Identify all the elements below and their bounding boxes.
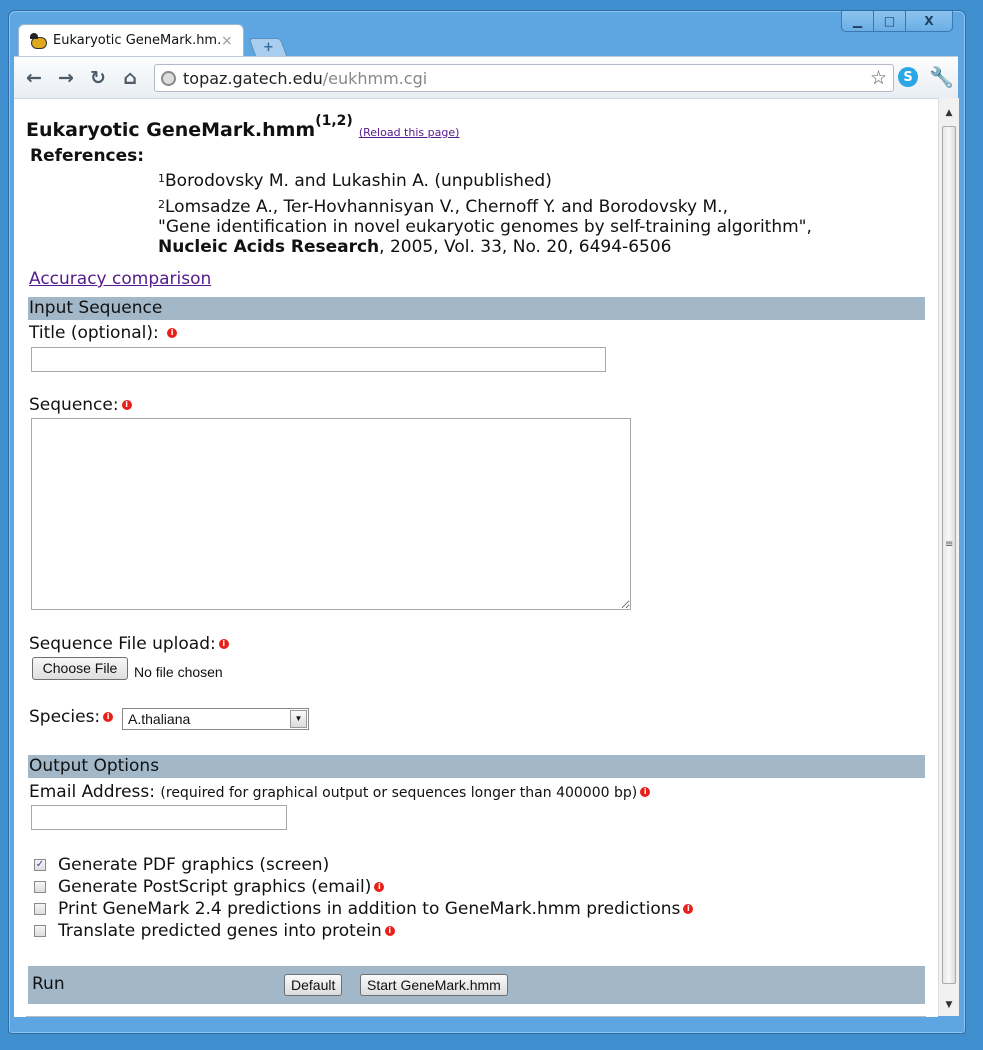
option-pdf-graphics[interactable]: ✓ Generate PDF graphics (screen) bbox=[34, 855, 329, 875]
browser-tab[interactable]: Eukaryotic GeneMark.hm... × bbox=[18, 24, 244, 56]
bookmark-star-icon[interactable]: ☆ bbox=[870, 67, 887, 89]
species-label: Species: i bbox=[29, 707, 114, 727]
browser-toolbar: ← → ↻ ⌂ topaz.gatech.edu/eukhmm.cgi ☆ S … bbox=[14, 56, 958, 99]
skype-extension-icon[interactable]: S bbox=[898, 67, 918, 87]
checkbox[interactable] bbox=[34, 903, 46, 915]
start-genemark-button[interactable]: Start GeneMark.hmm bbox=[360, 974, 508, 996]
sequence-label: Sequence: i bbox=[29, 395, 132, 415]
title-label: Title (optional): i bbox=[29, 323, 178, 343]
wrench-menu-icon[interactable]: 🔧 bbox=[929, 65, 954, 89]
tab-close-icon[interactable]: × bbox=[221, 33, 243, 49]
maximize-button[interactable]: □ bbox=[873, 11, 905, 31]
close-window-button[interactable]: X bbox=[905, 11, 952, 31]
divider bbox=[26, 1016, 926, 1017]
new-tab-button[interactable]: + bbox=[248, 38, 288, 57]
input-sequence-header: Input Sequence bbox=[28, 297, 925, 320]
info-icon[interactable]: i bbox=[103, 712, 114, 722]
page-title: Eukaryotic GeneMark.hmm(1,2)(Reload this… bbox=[26, 113, 460, 141]
minimize-button[interactable]: ▁ bbox=[842, 11, 873, 31]
email-label: Email Address: (required for graphical o… bbox=[29, 782, 651, 802]
checkbox[interactable] bbox=[34, 925, 46, 937]
bee-favicon-icon bbox=[29, 32, 47, 49]
option-translate-protein[interactable]: Translate predicted genes into protein i bbox=[34, 921, 395, 941]
info-icon[interactable]: i bbox=[218, 639, 229, 649]
sequence-textarea[interactable] bbox=[31, 418, 631, 610]
option-genemark-24[interactable]: Print GeneMark 2.4 predictions in additi… bbox=[34, 899, 694, 919]
references-label: References: bbox=[30, 146, 145, 166]
home-button[interactable]: ⌂ bbox=[114, 67, 146, 89]
scrollbar-thumb[interactable]: ≡ bbox=[942, 126, 956, 984]
output-options-header: Output Options bbox=[28, 755, 925, 778]
option-postscript-graphics[interactable]: Generate PostScript graphics (email) i bbox=[34, 877, 385, 897]
globe-icon bbox=[161, 70, 176, 86]
plus-icon: + bbox=[262, 40, 274, 55]
forward-button[interactable]: → bbox=[50, 67, 82, 89]
accuracy-comparison-link[interactable]: Accuracy comparison bbox=[29, 269, 211, 289]
default-button[interactable]: Default bbox=[284, 974, 343, 996]
vertical-scrollbar[interactable]: ▲ ≡ ▼ bbox=[938, 98, 959, 1016]
species-select[interactable]: A.thaliana ▼ bbox=[122, 708, 309, 730]
checkbox-checked[interactable]: ✓ bbox=[34, 859, 46, 871]
reload-page-link[interactable]: (Reload this page) bbox=[359, 126, 460, 139]
email-input[interactable] bbox=[31, 805, 287, 830]
page-content: Eukaryotic GeneMark.hmm(1,2)(Reload this… bbox=[14, 98, 938, 1017]
info-icon[interactable]: i bbox=[121, 400, 132, 410]
scroll-up-icon[interactable]: ▲ bbox=[939, 104, 959, 122]
info-icon[interactable]: i bbox=[640, 787, 651, 797]
choose-file-button[interactable]: Choose File bbox=[32, 657, 128, 680]
run-label: Run bbox=[32, 974, 65, 994]
url-text: topaz.gatech.edu/eukhmm.cgi bbox=[183, 68, 428, 88]
run-section: Run Default Start GeneMark.hmm bbox=[28, 966, 925, 1004]
file-upload-label: Sequence File upload: i bbox=[29, 634, 229, 654]
info-icon[interactable]: i bbox=[683, 904, 694, 914]
back-button[interactable]: ← bbox=[18, 67, 50, 89]
info-icon[interactable]: i bbox=[384, 926, 395, 936]
file-status: No file chosen bbox=[134, 664, 223, 680]
references-list: 1Borodovsky M. and Lukashin A. (unpublis… bbox=[158, 171, 812, 257]
info-icon[interactable]: i bbox=[374, 882, 385, 892]
grip-icon: ≡ bbox=[945, 539, 954, 550]
address-bar[interactable]: topaz.gatech.edu/eukhmm.cgi ☆ bbox=[154, 64, 894, 92]
tab-title: Eukaryotic GeneMark.hm... bbox=[53, 33, 221, 48]
scroll-down-icon[interactable]: ▼ bbox=[939, 996, 959, 1014]
reference-1: 1Borodovsky M. and Lukashin A. (unpublis… bbox=[158, 171, 552, 191]
info-icon[interactable]: i bbox=[167, 328, 178, 338]
window-controls: ▁ □ X bbox=[841, 11, 953, 32]
title-input[interactable] bbox=[31, 347, 606, 372]
reload-button[interactable]: ↻ bbox=[82, 67, 114, 89]
chevron-down-icon: ▼ bbox=[290, 710, 307, 728]
checkbox[interactable] bbox=[34, 881, 46, 893]
reference-2: 2Lomsadze A., Ter-Hovhannisyan V., Chern… bbox=[158, 197, 812, 257]
